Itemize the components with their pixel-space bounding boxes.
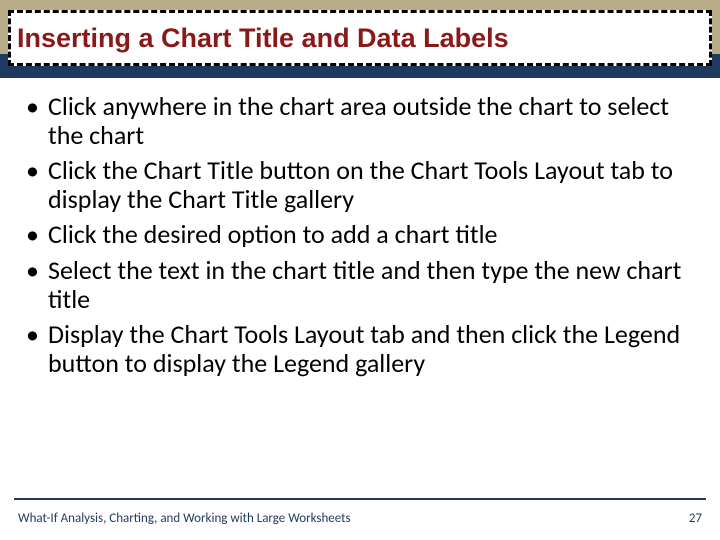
list-item: Click the Chart Title button on the Char…: [20, 156, 696, 214]
list-item: Click anywhere in the chart area outside…: [20, 92, 696, 150]
list-item: Click the desired option to add a chart …: [20, 220, 696, 249]
list-item: Display the Chart Tools Layout tab and t…: [20, 320, 696, 378]
page-number: 27: [689, 511, 702, 526]
list-item: Select the text in the chart title and t…: [20, 256, 696, 314]
slide: Inserting a Chart Title and Data Labels …: [0, 0, 720, 540]
footer: What-If Analysis, Charting, and Working …: [18, 511, 702, 526]
slide-title: Inserting a Chart Title and Data Labels: [17, 23, 509, 54]
title-container: Inserting a Chart Title and Data Labels: [8, 10, 712, 66]
bullet-list: Click anywhere in the chart area outside…: [20, 92, 696, 378]
footer-divider: [14, 498, 706, 500]
content-area: Click anywhere in the chart area outside…: [20, 92, 696, 484]
footer-text-left: What-If Analysis, Charting, and Working …: [18, 511, 351, 526]
